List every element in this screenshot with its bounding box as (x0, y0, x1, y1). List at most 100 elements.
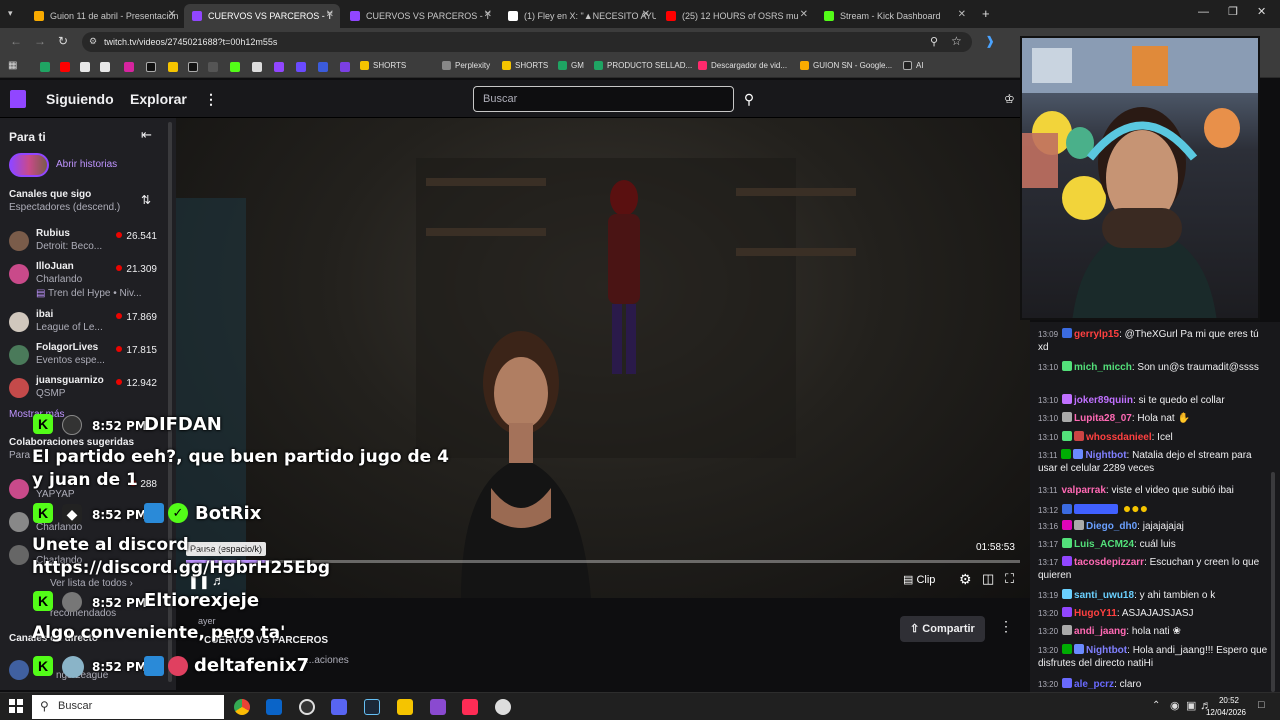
close-tab-icon[interactable]: ✕ (484, 9, 492, 20)
site-info-icon[interactable]: ⚙ (89, 36, 97, 47)
chat-username[interactable]: joker89quiin (1074, 395, 1133, 406)
close-tab-icon[interactable]: ✕ (958, 9, 966, 20)
clip-button[interactable]: ▤ Clip (903, 573, 935, 586)
search-input[interactable]: Buscar (473, 86, 734, 112)
sort-icon[interactable]: ⇅ (141, 193, 151, 207)
chat-username[interactable]: Lupita28_07 (1074, 413, 1132, 424)
bookmark-shorts[interactable]: SHORTS (502, 61, 548, 70)
followed-channel-juansguarnizo[interactable]: juansguarnizo QSMP 12.942 (0, 373, 170, 405)
bookmark-guion[interactable]: GUION SN - Google... (800, 61, 892, 70)
followed-channel-ibai[interactable]: ibai League of Le... 17.869 (0, 307, 170, 339)
chat-username[interactable]: santi_uwu18 (1074, 590, 1134, 601)
close-tab-icon[interactable]: ✕ (800, 9, 808, 20)
chat-username[interactable]: mich_micch (1074, 362, 1132, 373)
see-all-link[interactable]: Ver lista de todos › (50, 578, 133, 589)
followed-channel-rubius[interactable]: Rubius Detroit: Beco... 26.541 (0, 226, 170, 258)
nav-following[interactable]: Siguiendo (46, 91, 114, 107)
youtube-icon[interactable] (60, 62, 70, 72)
chat-username[interactable]: Nightbot (1085, 450, 1126, 461)
bookmark-icon[interactable] (340, 62, 350, 72)
chat-username[interactable]: HugoY11 (1074, 608, 1117, 619)
chat-username[interactable]: ale_pcrz (1074, 679, 1114, 690)
tiktok-icon[interactable] (188, 62, 198, 72)
collapse-sidebar-icon[interactable]: ⇤ (141, 127, 152, 143)
zoom-icon[interactable]: ⚲ (930, 35, 938, 48)
apps-grid-icon[interactable]: ▦ (8, 60, 17, 71)
settings-gear-icon[interactable]: ⚙ (959, 571, 972, 588)
restore-icon[interactable]: ❐ (1228, 5, 1238, 18)
search-icon[interactable]: ⚲ (736, 86, 762, 112)
close-tab-icon[interactable]: ✕ (168, 9, 176, 20)
browser-tab-active[interactable]: CUERVOS VS PARCEROS - T ✕ (184, 4, 340, 28)
chat-username[interactable]: valparrak (1061, 485, 1105, 496)
browser-tab[interactable]: CUERVOS VS PARCEROS - T ✕ (342, 4, 498, 28)
chat-username[interactable]: gerrylp15 (1074, 329, 1119, 340)
bookmark-gm[interactable]: GM (558, 61, 584, 70)
outlook-icon[interactable] (266, 699, 282, 715)
nav-browse[interactable]: Explorar (130, 91, 187, 107)
browser-tab[interactable]: (1) Fley en X: "▲NECESITO AYU ✕ (500, 4, 656, 28)
back-icon[interactable]: ← (10, 34, 22, 48)
x-icon[interactable] (100, 62, 110, 72)
bookmark-producto[interactable]: PRODUCTO SELLAD... (594, 61, 692, 70)
forward-icon[interactable]: → (34, 34, 46, 48)
bookmark-descargador[interactable]: Descargador de vid... (698, 61, 787, 70)
close-window-icon[interactable]: ✕ (1257, 5, 1266, 18)
clock-time[interactable]: 20:52 (1211, 696, 1247, 705)
x-icon[interactable] (80, 62, 90, 72)
more-options-icon[interactable]: ⋮ (999, 618, 1013, 635)
steam-icon[interactable] (364, 699, 380, 715)
taskbar-search-input[interactable]: ⚲ Buscar (32, 695, 224, 719)
bookmark-icon[interactable] (274, 62, 284, 72)
bookmark-perplexity[interactable]: Perplexity (442, 61, 490, 70)
close-tab-icon[interactable]: ✕ (642, 9, 650, 20)
browser-tab[interactable]: (25) 12 HOURS of OSRS mu ✕ (658, 4, 814, 28)
app-icon[interactable] (430, 699, 446, 715)
open-stories-link[interactable]: Abrir historias (56, 159, 117, 170)
chat-username[interactable]: whossdanieel (1086, 432, 1152, 443)
fullscreen-icon[interactable]: ⛶ (1005, 571, 1014, 587)
reload-icon[interactable]: ↻ (58, 34, 68, 48)
url-field[interactable]: ⚙ twitch.tv/videos/2745021688?t=00h12m55… (82, 32, 972, 52)
twitch-logo-icon[interactable] (10, 90, 26, 108)
more-menu-icon[interactable]: ⋮ (204, 91, 218, 108)
stories-avatars[interactable] (9, 153, 49, 177)
followed-channel-folagorlives[interactable]: FolagorLives Eventos espe... 17.815 (0, 340, 170, 372)
extension-icon[interactable]: ❱ (985, 34, 995, 48)
bookmark-ai[interactable]: AI (903, 61, 924, 70)
bookmark-star-icon[interactable]: ☆ (951, 34, 962, 48)
tiktok-icon[interactable] (462, 699, 478, 715)
bookmark-icon[interactable] (296, 62, 306, 72)
sheets-icon[interactable] (40, 62, 50, 72)
bookmark-icon[interactable] (318, 62, 328, 72)
file-explorer-icon[interactable] (397, 699, 413, 715)
close-tab-icon[interactable]: ✕ (326, 9, 334, 20)
tab-search-icon[interactable]: ▾ (8, 8, 20, 20)
followed-channel-illojuan[interactable]: IlloJuan Charlando 21.309 (0, 259, 170, 291)
network-icon[interactable]: ▣ (1186, 699, 1196, 712)
theatre-mode-icon[interactable]: ◫ (982, 571, 994, 587)
share-button[interactable]: ⇧ Compartir (900, 616, 985, 642)
bookmark-shorts[interactable]: SHORTS (360, 61, 406, 70)
chat-scrollbar[interactable] (1271, 472, 1275, 692)
new-tab-icon[interactable]: + (982, 6, 990, 21)
windows-start-icon[interactable] (9, 699, 23, 713)
instagram-icon[interactable] (124, 62, 134, 72)
browser-tab[interactable]: Guion 11 de abril - Presentacion ✕ (26, 4, 182, 28)
notifications-icon[interactable]: □ (1258, 699, 1265, 711)
chrome-icon[interactable] (234, 699, 250, 715)
tiktok-icon[interactable] (146, 62, 156, 72)
chat-username[interactable]: Luis_ACM24 (1074, 539, 1134, 550)
prime-crown-icon[interactable]: ♔ (1004, 92, 1015, 106)
browser-tab[interactable]: Stream - Kick Dashboard ✕ (816, 4, 972, 28)
obs-icon[interactable] (299, 699, 315, 715)
bookmark-icon[interactable] (208, 62, 218, 72)
chat-username[interactable]: tacosdepizzarr (1074, 557, 1144, 568)
bookmark-icon[interactable] (230, 62, 240, 72)
video-player[interactable]: Pausa (espacio/k) 00:12:20 01:58:53 ❚❚ ♬… (176, 118, 1030, 598)
clock-date[interactable]: 12/04/2026 (1203, 708, 1249, 717)
bookmark-icon[interactable] (252, 62, 262, 72)
chat-username[interactable]: andi_jaang (1074, 626, 1126, 637)
chat-username[interactable]: Nightbot (1086, 645, 1127, 656)
discord-icon[interactable] (331, 699, 347, 715)
